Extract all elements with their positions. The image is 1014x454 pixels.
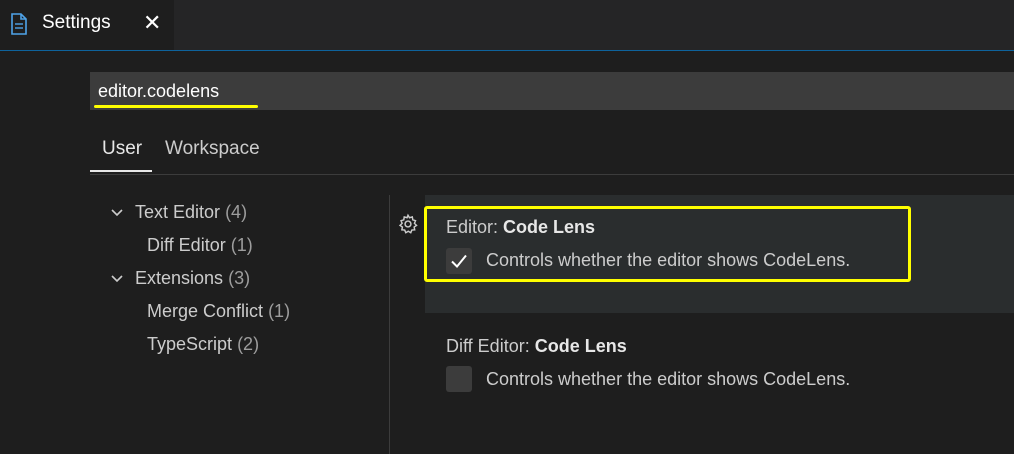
toc-count: (1) (230, 235, 253, 255)
toc-item-diff-editor[interactable]: Diff Editor (1) (147, 235, 253, 256)
toc-count: (3) (228, 268, 251, 288)
setting-title: Diff Editor: Code Lens (446, 336, 627, 357)
editor-tab-bar: Settings ✕ (0, 0, 1014, 51)
toc-count: (2) (237, 334, 260, 354)
setting-description: Controls whether the editor shows CodeLe… (486, 369, 851, 389)
gear-icon[interactable] (397, 213, 419, 235)
toc-label: Extensions (135, 268, 224, 288)
close-icon[interactable]: ✕ (143, 10, 161, 36)
toc-count: (1) (268, 301, 291, 321)
tab-user[interactable]: User (102, 138, 142, 160)
tab-label: Settings (42, 12, 111, 33)
chevron-down-icon (111, 209, 123, 217)
toc-label: Text Editor (135, 202, 221, 222)
toc-item-typescript[interactable]: TypeScript (2) (147, 334, 259, 355)
toc-divider (389, 195, 390, 454)
search-input[interactable] (98, 78, 978, 104)
setting-name: Code Lens (534, 336, 627, 356)
diff-codelens-checkbox[interactable] (446, 366, 472, 392)
scope-tabs: User Workspace (90, 130, 1014, 175)
toc-label: Diff Editor (147, 235, 226, 255)
tab-settings[interactable]: Settings ✕ (0, 0, 174, 50)
search-annotation-underline (94, 105, 258, 108)
toc-count: (4) (225, 202, 248, 222)
active-tab-indicator (90, 170, 152, 172)
chevron-down-icon (111, 275, 123, 283)
toc-item-merge-conflict[interactable]: Merge Conflict (1) (147, 301, 290, 322)
file-icon (11, 13, 27, 35)
toc-item-extensions[interactable]: Extensions (3) (135, 268, 250, 289)
toc-label: TypeScript (147, 334, 233, 354)
tab-workspace[interactable]: Workspace (165, 138, 260, 160)
setting-category: Diff Editor: (446, 336, 535, 356)
annotation-highlight-box (424, 206, 911, 282)
toc-item-text-editor[interactable]: Text Editor (4) (135, 202, 247, 223)
toc-label: Merge Conflict (147, 301, 264, 321)
